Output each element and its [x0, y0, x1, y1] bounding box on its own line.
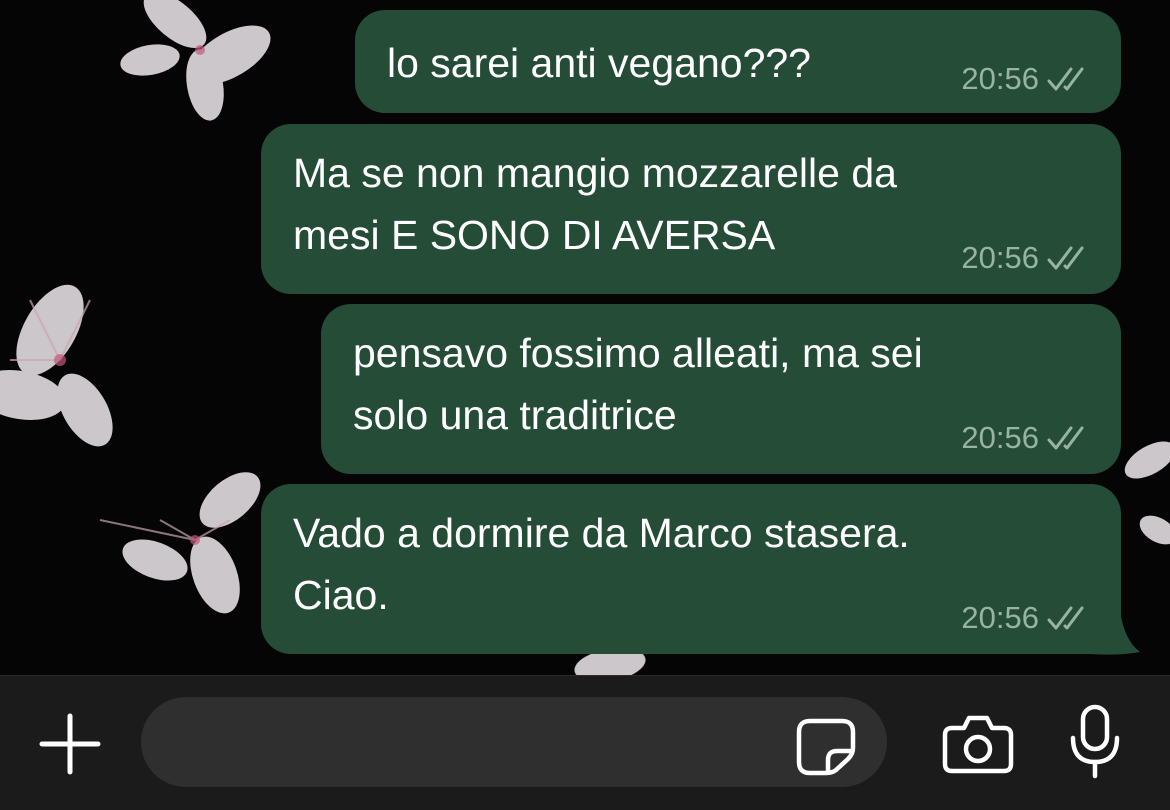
message-time: 20:56	[961, 600, 1039, 635]
double-check-icon	[1047, 246, 1084, 270]
message-bubble[interactable]: Vado a dormire da Marco stasera. Ciao. 2…	[261, 484, 1121, 654]
message-input[interactable]	[141, 697, 887, 787]
bubble-tail	[1090, 610, 1140, 655]
microphone-icon[interactable]	[1068, 704, 1122, 780]
message-text: Vado a dormire da Marco stasera. Ciao.	[293, 510, 910, 618]
message-meta: 20:56	[961, 240, 1091, 276]
message-text: pensavo fossimo alleati, ma sei solo una…	[353, 330, 923, 438]
double-check-icon	[1047, 606, 1084, 630]
message-meta: 20:56	[961, 61, 1091, 97]
message-time: 20:56	[961, 420, 1039, 455]
double-check-icon	[1047, 67, 1084, 91]
message-bubble[interactable]: pensavo fossimo alleati, ma sei solo una…	[321, 304, 1121, 474]
message-bubble[interactable]: lo sarei anti vegano??? 20:56	[355, 10, 1121, 113]
plus-icon[interactable]	[38, 712, 102, 776]
message-text: Ma se non mangio mozzarelle da mesi E SO…	[293, 150, 897, 258]
message-time: 20:56	[961, 240, 1039, 275]
message-bubble[interactable]: Ma se non mangio mozzarelle da mesi E SO…	[261, 124, 1121, 294]
camera-icon[interactable]	[942, 712, 1014, 774]
chat-area[interactable]: lo sarei anti vegano??? 20:56 Ma se non …	[0, 0, 1170, 675]
message-meta: 20:56	[961, 420, 1091, 456]
message-time: 20:56	[961, 61, 1039, 96]
double-check-icon	[1047, 426, 1084, 450]
message-text: lo sarei anti vegano???	[387, 40, 811, 86]
message-meta: 20:56	[961, 600, 1091, 636]
sticker-icon[interactable]	[796, 718, 856, 776]
